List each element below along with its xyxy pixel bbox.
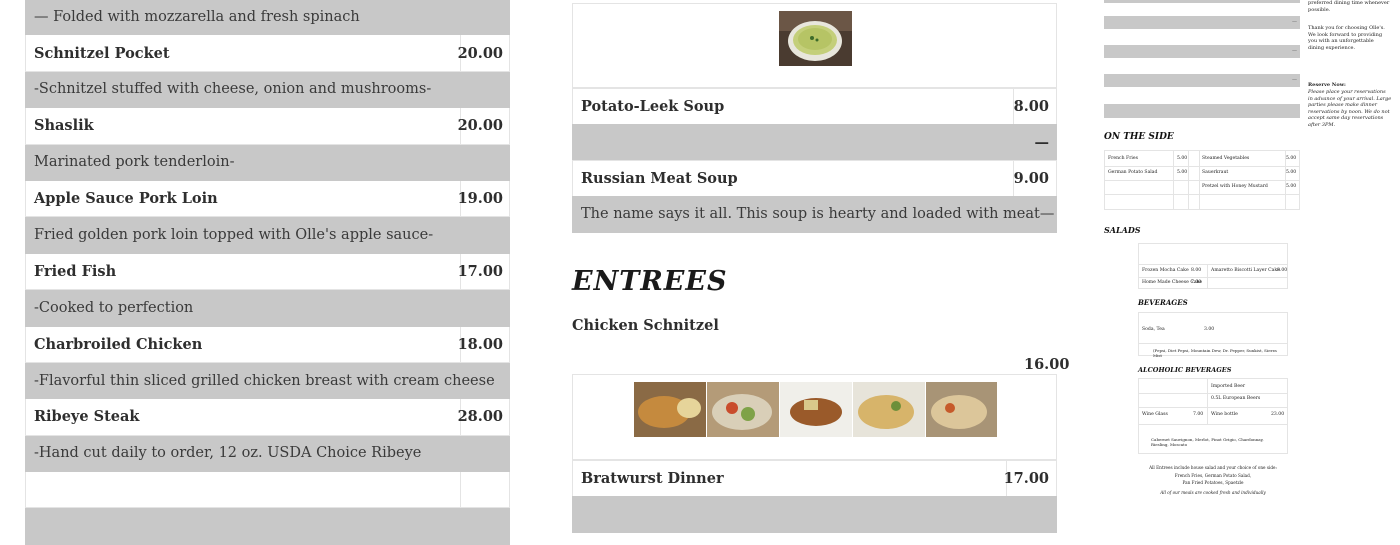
menu-item-row (25, 472, 510, 509)
grey-bar: — (1104, 45, 1300, 58)
item-price: 9.00 (1013, 161, 1056, 196)
soup-image-cell (572, 3, 1057, 88)
grey-bar: — (1104, 16, 1300, 29)
entrees-heading: ENTREES (572, 266, 728, 297)
on-the-side-heading: ON THE SIDE (1104, 132, 1174, 142)
note-text: preferred dining time whenever possible. (1308, 0, 1390, 13)
item-description: -Schnitzel stuffed with cheese, onion an… (34, 81, 432, 98)
item-price: 20.00 (458, 35, 509, 71)
item-description: -Hand cut daily to order, 12 oz. USDA Ch… (34, 445, 422, 462)
item-name: Apple Sauce Pork Loin (34, 190, 218, 208)
menu-desc-row: -Cooked to perfection (25, 290, 510, 327)
item-price: 18.00 (458, 326, 509, 362)
alcoholic-heading: ALCOHOLIC BEVERAGES (1138, 366, 1232, 374)
menu-desc-row (572, 496, 1057, 533)
item-desc-dash: — (1034, 133, 1050, 151)
soup-bowl-image (779, 11, 852, 66)
menu-item-row: Ribeye Steak 28.00 (25, 399, 510, 436)
reserve-title: Reserve Now: (1308, 82, 1346, 88)
menu-desc-row (25, 508, 510, 545)
entree-photos-strip (634, 382, 997, 437)
beverages-heading: BEVERAGES (1138, 298, 1188, 307)
item-name: Potato-Leek Soup (581, 97, 725, 115)
item-price: 8.00 (1013, 89, 1056, 124)
item-price (460, 472, 509, 508)
menu-item-row: Russian Meat Soup 9.00 (572, 160, 1057, 197)
item-name: Fried Fish (34, 262, 117, 280)
chicken-schnitzel-price: 16.00 (1024, 356, 1070, 373)
menu-item-row: Potato-Leek Soup 8.00 (572, 88, 1057, 125)
menu-desc-row: — (572, 124, 1057, 161)
item-name: Russian Meat Soup (581, 169, 738, 187)
menu-item-row: Charbroiled Chicken 18.00 (25, 326, 510, 363)
menu-desc-row: — Folded with mozzarella and fresh spina… (25, 0, 510, 36)
item-name: Ribeye Steak (34, 408, 140, 426)
entree-images-cell (572, 374, 1057, 460)
item-name: Schnitzel Pocket (34, 44, 170, 62)
item-description: -Cooked to perfection (34, 299, 194, 316)
item-price: 17.00 (1004, 461, 1056, 496)
menu-table-column-1: — Folded with mozzarella and fresh spina… (25, 0, 510, 545)
menu-item-row: Shaslik 20.00 (25, 108, 510, 145)
item-description: Fried golden pork loin topped with Olle'… (34, 227, 434, 244)
desserts-table: Frozen Mocha Cake 8.00 Amaretto Biscotti… (1138, 243, 1288, 289)
item-description: The name says it all. This soup is heart… (581, 206, 1055, 223)
menu-page-thumbnail: — — — preferred dining time whenever pos… (1094, 0, 1400, 500)
item-name: Charbroiled Chicken (34, 335, 203, 353)
item-price: 28.00 (458, 399, 509, 435)
item-name: Bratwurst Dinner (581, 469, 724, 487)
grey-bar: — (1104, 74, 1300, 87)
menu-desc-row: -Schnitzel stuffed with cheese, onion an… (25, 71, 510, 109)
menu-item-row: Fried Fish 17.00 (25, 253, 510, 291)
menu-item-row: Bratwurst Dinner 17.00 (572, 460, 1057, 497)
alcohol-table: Imported Beer 0.5L European Beers Wine G… (1138, 378, 1288, 454)
menu-desc-row: -Hand cut daily to order, 12 oz. USDA Ch… (25, 435, 510, 473)
menu-desc-row: Fried golden pork loin topped with Olle'… (25, 217, 510, 254)
menu-desc-row: The name says it all. This soup is heart… (572, 196, 1057, 233)
grey-bar (1104, 104, 1300, 118)
item-description: — Folded with mozzarella and fresh spina… (34, 8, 360, 25)
grey-bar (1104, 0, 1300, 3)
menu-item-row: Apple Sauce Pork Loin 19.00 (25, 180, 510, 218)
salads-heading: SALADS (1104, 225, 1141, 235)
item-name: Shaslik (34, 117, 94, 135)
item-description: -Flavorful thin sliced grilled chicken b… (34, 372, 495, 389)
reserve-text: Please place your reservations in advanc… (1308, 89, 1392, 128)
sides-table: French Fries 5.00 Steamed Vegetables 5.0… (1104, 150, 1300, 210)
item-price: 20.00 (458, 108, 509, 144)
beverages-table: Soda, Tea 3.00 (Pepsi, Diet Pepsi, Mount… (1138, 312, 1288, 358)
item-description: Marinated pork tenderloin- (34, 154, 235, 171)
menu-desc-row: -Flavorful thin sliced grilled chicken b… (25, 362, 510, 400)
chicken-schnitzel-name: Chicken Schnitzel (572, 317, 719, 334)
menu-desc-row: Marinated pork tenderloin- (25, 144, 510, 181)
thanks-text: Thank you for choosing Olle's. We look f… (1308, 25, 1385, 51)
footer-notes: All Entrees include house salad and your… (1149, 465, 1277, 495)
item-price: 19.00 (458, 180, 509, 217)
item-price: 17.00 (458, 253, 509, 290)
menu-item-row: Schnitzel Pocket 20.00 (25, 35, 510, 72)
